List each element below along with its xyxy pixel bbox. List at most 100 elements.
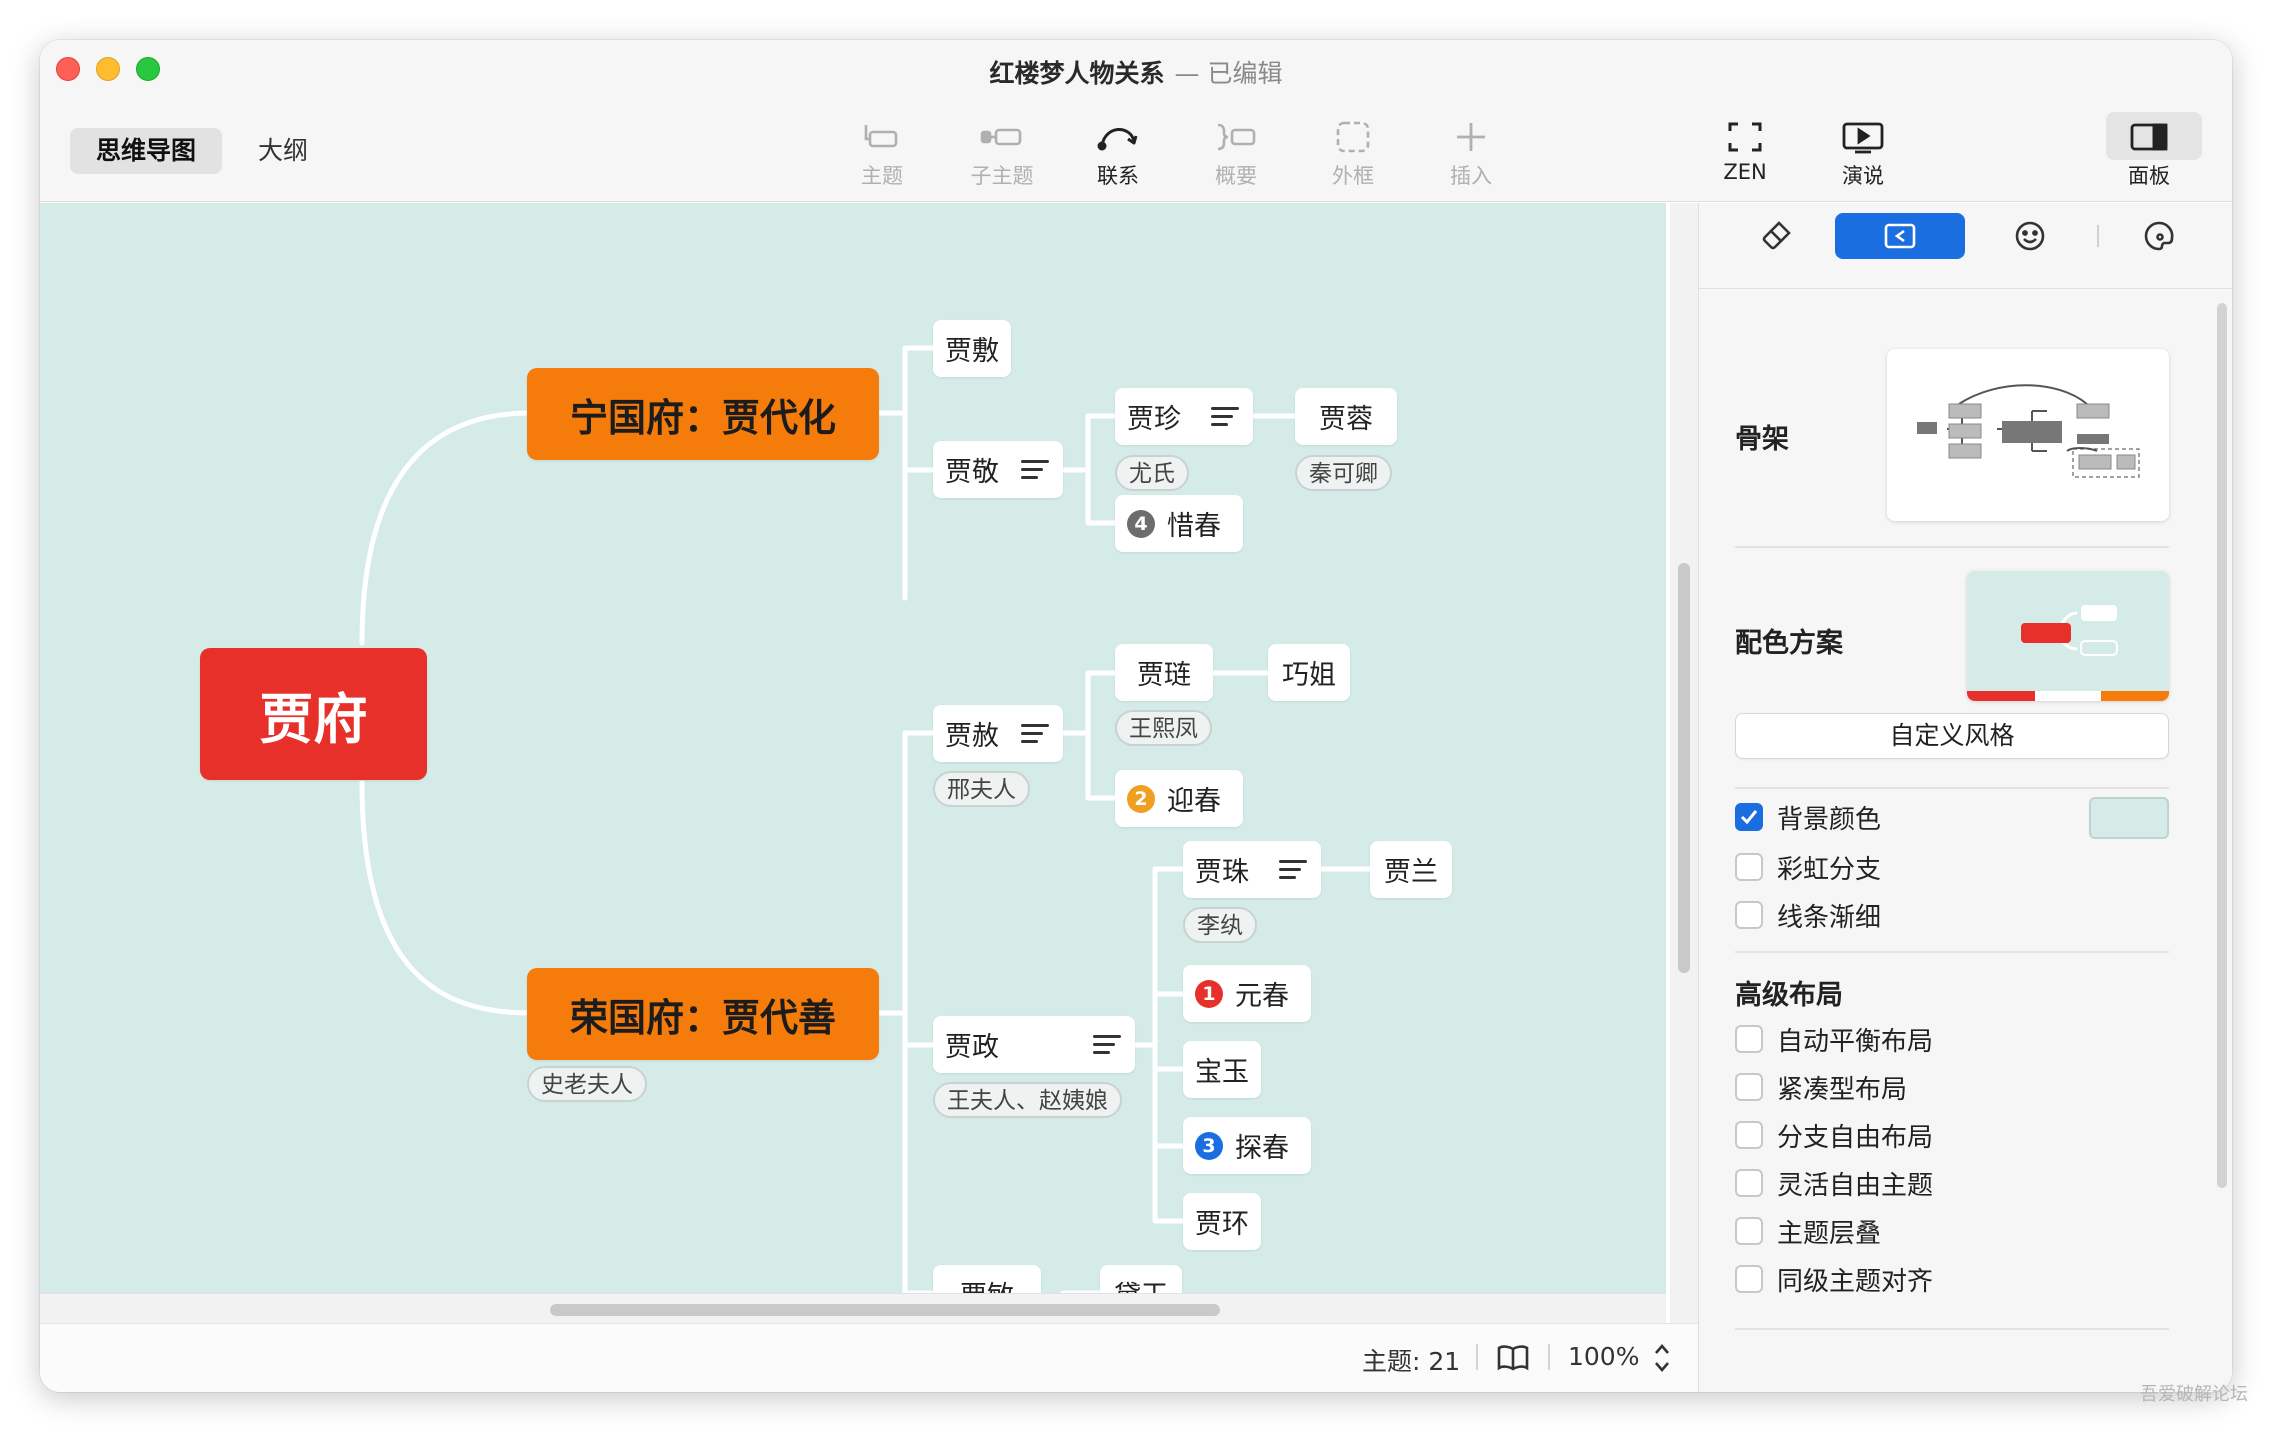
watermark: 吾爱破解论坛 [2140,1384,2248,1405]
topic-jialan[interactable]: 贾兰 [1370,841,1452,898]
root-topic[interactable]: 贾府 [200,648,427,780]
color-theme-label: 配色方案 [1735,628,1843,659]
auto-balance-checkbox[interactable]: 自动平衡布局 [1735,1023,1933,1057]
tab-mindmap[interactable]: 思维导图 [70,128,223,174]
presentation-button[interactable]: 演说 [1808,116,1918,190]
panel-scrollbar[interactable] [2217,303,2227,1188]
topic-label[interactable]: 王熙凤 [1115,710,1212,746]
smiley-icon [2015,221,2045,251]
color-theme-preview[interactable] [1967,571,2169,701]
advanced-layout-title: 高级布局 [1735,980,1843,1011]
topic-label[interactable]: 王夫人、赵姨娘 [933,1082,1122,1118]
window-title: 红楼梦人物关系 — 已编辑 [989,59,1283,88]
topic-baoyu[interactable]: 宝玉 [1183,1041,1261,1098]
topic-jialian[interactable]: 贾琏 [1115,644,1213,701]
palette-icon [2144,221,2174,251]
priority-1-icon: 1 [1195,979,1223,1008]
summary-button[interactable]: 概要 [1181,116,1291,190]
scrollbar-thumb[interactable] [550,1304,1220,1316]
main-topic-rongguo[interactable]: 荣国府：贾代善 [527,968,879,1060]
topic-jiahuan[interactable]: 贾环 [1183,1193,1261,1250]
custom-style-button[interactable]: 自定义风格 [1735,713,2169,759]
boundary-button[interactable]: 外框 [1298,116,1408,190]
relationship-icon [1063,116,1173,158]
background-color-swatch[interactable] [2089,797,2169,839]
format-panel: 骨架 配色方案 自定义风格 背景颜色 彩虹分支 线条渐细 高级布局 自动平衡布局… [1698,203,2232,1392]
topic-jiarong[interactable]: 贾蓉 [1295,388,1397,445]
background-color-checkbox[interactable]: 背景颜色 [1735,801,1881,835]
book-icon[interactable] [1496,1344,1530,1376]
edited-status: — 已编辑 [1174,59,1283,88]
panel-toggle-button[interactable]: 面板 [2094,112,2204,190]
tab-icons[interactable] [1965,213,2095,259]
priority-4-icon: 4 [1127,509,1155,538]
tab-map-style[interactable] [1835,213,1965,259]
subtopic-button[interactable]: 子主题 [947,116,1057,190]
fullscreen-icon [1690,116,1800,158]
topic-daiyu[interactable]: 黛玉 [1100,1265,1182,1293]
checkmark-icon [1735,803,1763,831]
topic-jiamin[interactable]: 贾敏 [933,1265,1041,1293]
toolbar: 红楼梦人物关系 — 已编辑 思维导图 大纲 主题 子主题 联系 概要 外框 插入… [40,40,2232,202]
skeleton-preview[interactable] [1887,349,2169,521]
horizontal-scrollbar[interactable] [40,1293,1666,1323]
topic-jiazheng[interactable]: 贾政 [933,1016,1135,1073]
priority-3-icon: 3 [1195,1131,1223,1160]
skeleton-label: 骨架 [1735,424,1789,455]
subtopic-icon [947,116,1057,158]
free-branch-checkbox[interactable]: 分支自由布局 [1735,1119,1933,1153]
notes-icon[interactable] [1211,406,1239,427]
tab-theme[interactable] [2094,213,2224,259]
topic-tanchun[interactable]: 3 探春 [1183,1117,1311,1174]
topic-yingchun[interactable]: 2 迎春 [1115,770,1243,827]
status-bar: 主题: 21 100% [40,1323,1698,1392]
topic-jiazhen[interactable]: 贾珍 [1115,388,1253,445]
brush-icon [1762,221,1791,250]
topic-jiazhu[interactable]: 贾珠 [1183,841,1321,898]
insert-button[interactable]: 插入 [1416,116,1526,190]
zen-button[interactable]: ZEN [1690,116,1800,184]
rainbow-branch-checkbox[interactable]: 彩虹分支 [1735,851,1881,885]
plus-icon [1416,116,1526,158]
notes-icon[interactable] [1021,459,1049,480]
relationship-button[interactable]: 联系 [1063,116,1173,190]
view-switcher: 思维导图 大纲 [70,128,334,174]
mindmap-canvas[interactable]: 贾府 宁国府：贾代化 荣国府：贾代善 史老夫人 贾敷 贾敬 贾珍 尤氏 贾蓉 秦… [40,203,1666,1293]
topic-qiaojie[interactable]: 巧姐 [1268,644,1350,701]
topic-jiafu[interactable]: 贾敷 [933,320,1011,377]
notes-icon[interactable] [1021,723,1049,744]
topic-label[interactable]: 邢夫人 [933,771,1030,807]
topic-xichun[interactable]: 4 惜春 [1115,495,1243,552]
zoom-level[interactable]: 100% [1568,1342,1639,1371]
play-icon [1808,116,1918,158]
vertical-scrollbar[interactable] [1670,203,1698,1323]
zoom-stepper-icon[interactable] [1652,1340,1672,1380]
skeleton-diagram [1917,384,2140,478]
topic-yuanchun[interactable]: 1 元春 [1183,965,1311,1022]
priority-2-icon: 2 [1127,784,1155,813]
tab-outline[interactable]: 大纲 [232,128,334,174]
notes-icon[interactable] [1093,1034,1121,1055]
topic-label[interactable]: 李纨 [1183,907,1257,943]
compact-layout-checkbox[interactable]: 紧凑型布局 [1735,1071,1907,1105]
theme-swatch [1967,605,2169,701]
topic-overlap-checkbox[interactable]: 主题层叠 [1735,1215,1881,1249]
topic-button[interactable]: 主题 [827,116,937,190]
notes-icon[interactable] [1279,859,1307,880]
topic-label[interactable]: 史老夫人 [527,1066,647,1102]
align-siblings-checkbox[interactable]: 同级主题对齐 [1735,1263,1933,1297]
topic-jiashe[interactable]: 贾赦 [933,705,1063,762]
topic-label[interactable]: 尤氏 [1115,455,1189,491]
flexible-floating-checkbox[interactable]: 灵活自由主题 [1735,1167,1933,1201]
scrollbar-thumb[interactable] [1678,563,1690,973]
panel-tabs [1699,203,2232,289]
main-topic-ningguo[interactable]: 宁国府：贾代化 [527,368,879,460]
topic-jiajing[interactable]: 贾敬 [933,441,1063,498]
summary-icon [1181,116,1291,158]
app-window: 红楼梦人物关系 — 已编辑 思维导图 大纲 主题 子主题 联系 概要 外框 插入… [40,40,2232,1392]
topic-icon [827,116,937,158]
tab-style[interactable] [1711,213,1841,259]
topic-label[interactable]: 秦可卿 [1295,455,1392,491]
boundary-icon [1298,116,1408,158]
tapered-lines-checkbox[interactable]: 线条渐细 [1735,899,1881,933]
